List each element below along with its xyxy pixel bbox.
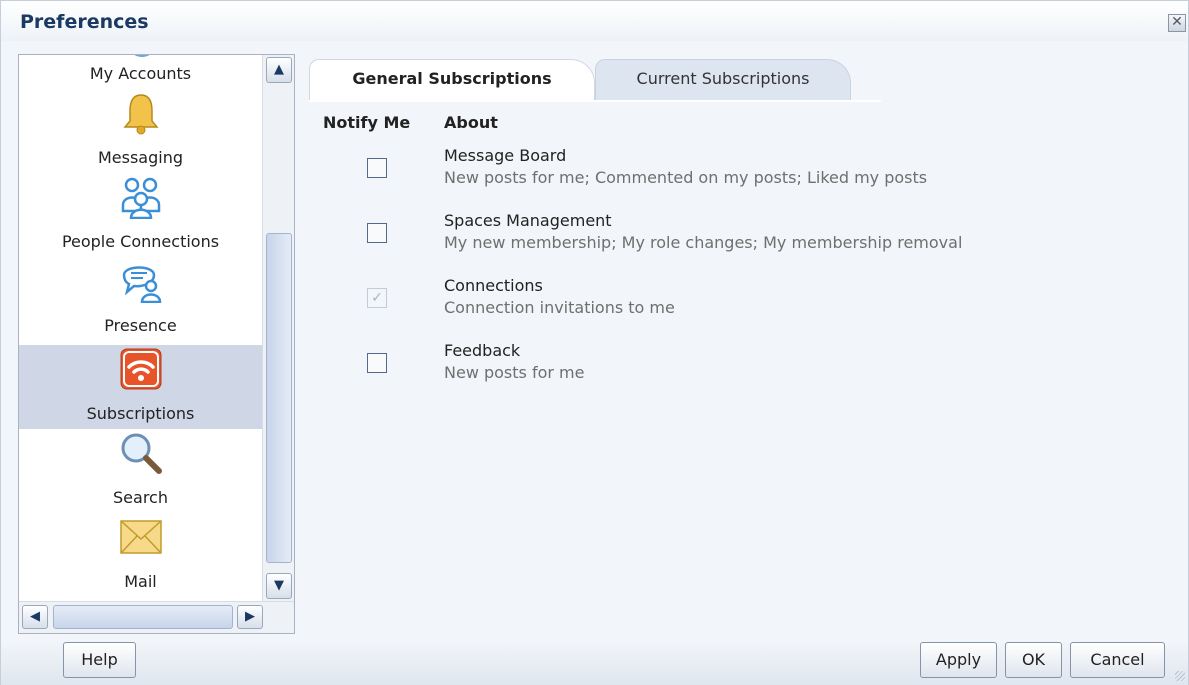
horizontal-scroll-thumb[interactable] [53,605,233,629]
row-description: Connection invitations to me [444,298,675,317]
title-bar: Preferences ✕ [1,1,1188,41]
notify-checkbox[interactable] [367,223,387,243]
notify-checkbox[interactable] [367,353,387,373]
row-title: Spaces Management [444,211,612,230]
sidebar-item-label: My Accounts [89,64,192,83]
resize-grip-icon[interactable] [1175,671,1185,681]
envelope-icon [119,520,162,554]
row-description: My new membership; My role changes; My m… [444,233,963,252]
people-icon [121,177,160,219]
tab-current-subscriptions[interactable]: Current Subscriptions [595,59,851,100]
sidebar-item-label: Search [113,488,168,507]
sidebar-item-search[interactable]: Search [19,429,262,513]
sidebar-item-label: Subscriptions [86,404,195,423]
subscription-row-spaces-management: Spaces Management My new membership; My … [309,211,1169,271]
preferences-sidebar: My Accounts Messaging People Connections… [18,54,295,634]
subscription-row-message-board: Message Board New posts for me; Commente… [309,146,1169,206]
row-title: Connections [444,276,543,295]
scroll-left-icon[interactable]: ◀ [22,605,48,629]
preferences-dialog: Preferences ✕ My Accounts Messaging Peop… [0,0,1189,685]
help-button[interactable]: Help [63,642,136,678]
sidebar-item-messaging[interactable]: Messaging [19,89,262,173]
notify-column-header: Notify Me [323,113,411,132]
sidebar-item-label: Presence [104,316,177,335]
dialog-title: Preferences [20,11,149,33]
sidebar-item-my-accounts[interactable]: My Accounts [19,55,262,89]
subscription-row-connections: ✓ Connections Connection invitations to … [309,276,1169,336]
scroll-right-icon[interactable]: ▶ [237,605,263,629]
tab-bar: Current Subscriptions General Subscripti… [309,59,881,102]
magnifier-icon [121,433,162,474]
subscription-row-feedback: Feedback New posts for me [309,341,1169,401]
sidebar-item-label: Messaging [97,148,184,167]
sidebar-item-mail[interactable]: Mail [19,513,262,597]
scroll-down-icon[interactable]: ▼ [266,573,292,599]
sidebar-item-presence[interactable]: Presence [19,257,262,341]
tab-general-subscriptions[interactable]: General Subscriptions [309,59,595,100]
presence-icon [122,266,161,303]
row-description: New posts for me [444,363,585,382]
cancel-button[interactable]: Cancel [1070,642,1165,678]
about-column-header: About [444,113,498,132]
ok-button[interactable]: OK [1005,642,1062,678]
scroll-up-icon[interactable]: ▲ [266,57,292,83]
row-title: Message Board [444,146,567,165]
sidebar-item-label: Mail [124,572,157,591]
apply-button[interactable]: Apply [920,642,997,678]
sidebar-item-people-connections[interactable]: People Connections [19,173,262,257]
bell-icon [122,94,159,135]
vertical-scroll-thumb[interactable] [266,233,292,563]
row-description: New posts for me; Commented on my posts;… [444,168,928,187]
horizontal-scrollbar[interactable]: ◀ ▶ [19,601,294,633]
sidebar-list: My Accounts Messaging People Connections… [19,55,262,601]
rss-icon [120,348,161,390]
sidebar-item-label: People Connections [61,232,220,251]
notify-checkbox[interactable] [367,158,387,178]
close-icon[interactable]: ✕ [1168,14,1186,32]
notify-checkbox-disabled: ✓ [367,288,387,308]
vertical-scrollbar[interactable]: ▲ ▼ [262,55,294,601]
row-title: Feedback [444,341,521,360]
sidebar-item-subscriptions[interactable]: Subscriptions [19,345,262,429]
